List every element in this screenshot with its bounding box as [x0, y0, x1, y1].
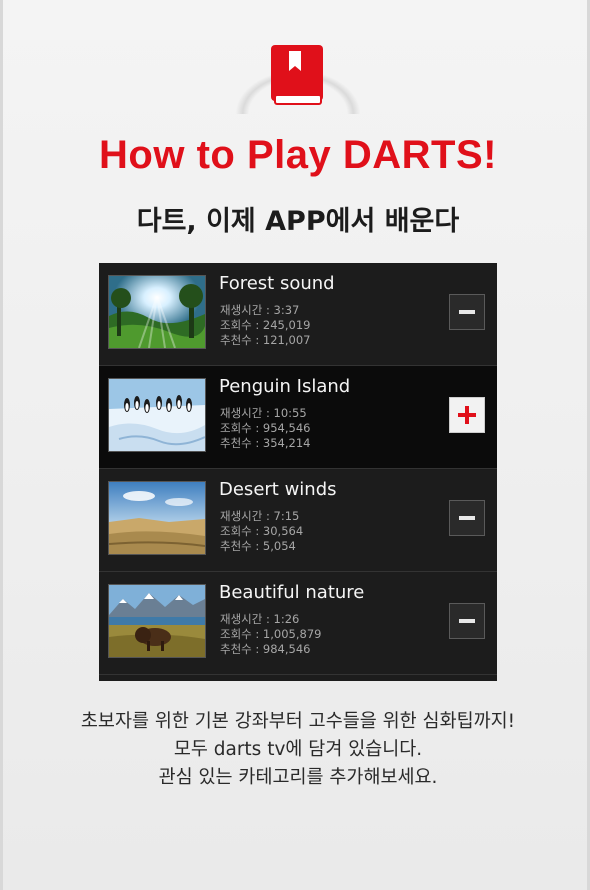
description-line-3: 관심 있는 카테고리를 추가해보세요.: [158, 767, 438, 788]
desert-landscape-image: [108, 481, 206, 555]
view-count: 조회수 : 1,005,879: [220, 627, 322, 641]
logo-area: [235, 40, 361, 114]
app-screen: How to Play DARTS! 다트, 이제 APP에서 배운다 Fore…: [0, 0, 590, 890]
remove-button[interactable]: [449, 603, 485, 639]
play-time: 재생시간 : 3:37: [220, 303, 300, 317]
video-list: Forest sound 재생시간 : 3:37 조회수 : 245,019 추…: [99, 263, 497, 681]
forest-sunlight-image: [108, 275, 206, 349]
play-time: 재생시간 : 1:26: [220, 612, 300, 626]
minus-icon: [459, 310, 475, 314]
recommend-count: 추천수 : 984,546: [220, 642, 311, 656]
remove-button[interactable]: [449, 500, 485, 536]
play-time: 재생시간 : 7:15: [220, 509, 300, 523]
view-count: 조회수 : 954,546: [220, 421, 311, 435]
video-title[interactable]: Beautiful nature: [219, 582, 364, 603]
view-count: 조회수 : 245,019: [220, 318, 311, 332]
bookmark-book-icon: [271, 45, 323, 105]
minus-icon: [459, 516, 475, 520]
description-line-2: 모두 darts tv에 담겨 있습니다.: [173, 739, 423, 760]
minus-icon: [459, 619, 475, 623]
description-line-1: 초보자를 위한 기본 강좌부터 고수들을 위한 심화팁까지!: [80, 711, 516, 732]
remove-button[interactable]: [449, 294, 485, 330]
video-title[interactable]: Penguin Island: [219, 376, 350, 397]
recommend-count: 추천수 : 5,054: [220, 539, 296, 553]
plus-icon: [458, 406, 476, 424]
video-title[interactable]: Forest sound: [219, 273, 335, 294]
page-subtitle: 다트, 이제 APP에서 배운다: [136, 206, 460, 237]
list-item[interactable]: Penguin Island 재생시간 : 10:55 조회수 : 954,54…: [99, 366, 497, 469]
list-item[interactable]: Beautiful nature 재생시간 : 1:26 조회수 : 1,005…: [99, 572, 497, 675]
view-count: 조회수 : 30,564: [220, 524, 304, 538]
video-title[interactable]: Desert winds: [219, 479, 337, 500]
list-item[interactable]: Forest sound 재생시간 : 3:37 조회수 : 245,019 추…: [99, 263, 497, 366]
recommend-count: 추천수 : 354,214: [220, 436, 311, 450]
list-item[interactable]: Desert winds 재생시간 : 7:15 조회수 : 30,564 추천…: [99, 469, 497, 572]
add-button[interactable]: [449, 397, 485, 433]
play-time: 재생시간 : 10:55: [220, 406, 307, 420]
bison-mountain-lake-image: [108, 584, 206, 658]
page-title: How to Play DARTS!: [99, 133, 497, 177]
penguins-on-ice-image: [108, 378, 206, 452]
recommend-count: 추천수 : 121,007: [220, 333, 311, 347]
